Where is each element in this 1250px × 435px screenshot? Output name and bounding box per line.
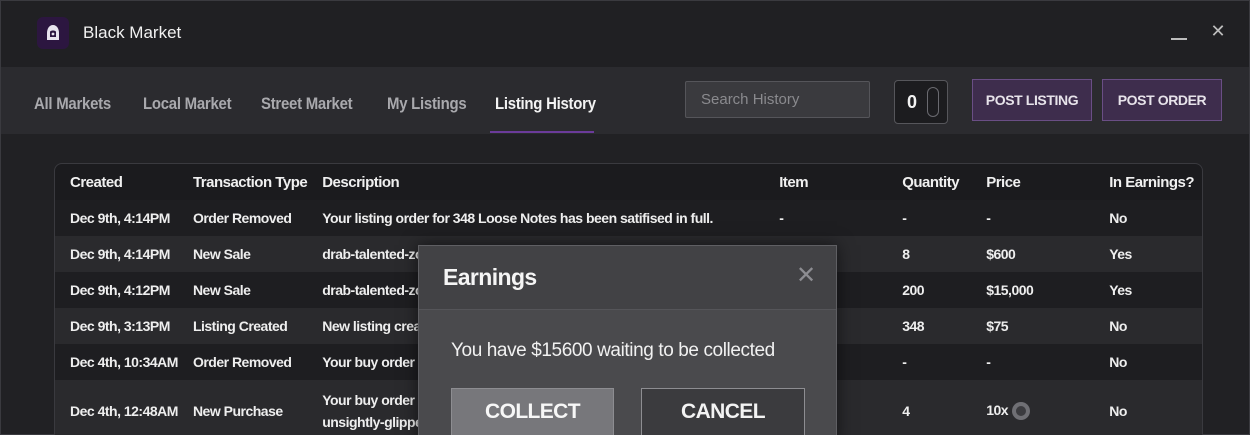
- cell-type: New Sale: [177, 236, 308, 272]
- cell-type: New Sale: [177, 272, 308, 308]
- tab-street-market[interactable]: Street Market: [261, 94, 353, 114]
- title-bar: Black Market ✕: [1, 1, 1249, 67]
- cell-quantity: 348: [887, 308, 972, 344]
- app-title: Black Market: [83, 23, 182, 42]
- cell-earnings: No: [1094, 380, 1202, 435]
- cell-earnings: No: [1094, 344, 1202, 380]
- table-row[interactable]: Dec 9th, 4:14PM Order Removed Your listi…: [55, 200, 1202, 236]
- tab-local-market[interactable]: Local Market: [143, 94, 232, 114]
- active-tab-indicator: [490, 131, 594, 133]
- cell-item: -: [764, 200, 888, 236]
- post-listing-button[interactable]: POST LISTING: [972, 79, 1092, 121]
- cell-created: Dec 4th, 10:34AM: [55, 344, 178, 380]
- column-header-price[interactable]: Price: [971, 164, 1094, 200]
- post-order-button[interactable]: POST ORDER: [1102, 79, 1222, 121]
- app-window: Black Market ✕ All Markets Local Market …: [0, 0, 1250, 435]
- cell-price: 10x: [971, 380, 1095, 435]
- counter-knob: [927, 87, 939, 117]
- cell-type: New Purchase: [177, 380, 308, 435]
- cell-type: Listing Created: [177, 308, 308, 344]
- cell-type: Order Removed: [177, 200, 308, 236]
- column-header-created[interactable]: Created: [55, 164, 178, 200]
- modal-title: Earnings: [443, 264, 537, 290]
- counter-toggle[interactable]: 0: [894, 80, 948, 124]
- cell-description: Your listing order for 348 Loose Notes h…: [307, 200, 765, 236]
- cancel-button[interactable]: CANCEL: [641, 388, 805, 435]
- coin-icon: [1012, 402, 1031, 421]
- market-nav: All Markets Local Market Street Market M…: [1, 67, 1249, 134]
- tab-listing-history[interactable]: Listing History: [495, 94, 596, 114]
- modal-header: Earnings ✕: [419, 246, 836, 310]
- counter-value: 0: [907, 92, 918, 112]
- column-header-in-earnings[interactable]: In Earnings?: [1094, 164, 1202, 200]
- cell-quantity: -: [887, 344, 972, 380]
- cell-type: Order Removed: [177, 344, 308, 380]
- cell-quantity: 4: [887, 380, 972, 435]
- column-header-description[interactable]: Description: [307, 164, 764, 200]
- collect-button[interactable]: COLLECT: [451, 388, 614, 435]
- cell-price: $15,000: [971, 272, 1095, 308]
- cell-earnings: No: [1094, 308, 1202, 344]
- column-header-quantity[interactable]: Quantity: [887, 164, 971, 200]
- cell-quantity: 8: [887, 236, 972, 272]
- column-header-item[interactable]: Item: [764, 164, 887, 200]
- cell-price: -: [971, 344, 1095, 380]
- cell-created: Dec 4th, 12:48AM: [55, 380, 178, 435]
- cell-created: Dec 9th, 4:14PM: [55, 200, 178, 236]
- earnings-modal: Earnings ✕ You have $15600 waiting to be…: [418, 245, 837, 435]
- column-header-transaction-type[interactable]: Transaction Type: [178, 164, 308, 200]
- cell-price: $75: [971, 308, 1095, 344]
- cell-price: $600: [971, 236, 1095, 272]
- cell-price: -: [971, 200, 1095, 236]
- earnings-message: You have $15600 waiting to be collected: [451, 340, 775, 361]
- tab-my-listings[interactable]: My Listings: [387, 94, 467, 114]
- cell-created: Dec 9th, 4:12PM: [55, 272, 178, 308]
- close-icon[interactable]: ✕: [796, 264, 816, 288]
- close-icon[interactable]: ✕: [1208, 21, 1228, 41]
- cell-quantity: -: [887, 200, 972, 236]
- cell-earnings: Yes: [1094, 236, 1202, 272]
- tab-all-markets[interactable]: All Markets: [34, 94, 111, 114]
- cell-earnings: Yes: [1094, 272, 1202, 308]
- cell-created: Dec 9th, 3:13PM: [55, 308, 178, 344]
- cell-earnings: No: [1094, 200, 1202, 236]
- ghost-hood-icon: [37, 17, 69, 49]
- search-history-input[interactable]: [685, 81, 870, 118]
- cell-created: Dec 9th, 4:14PM: [55, 236, 178, 272]
- minimize-icon[interactable]: [1169, 21, 1189, 41]
- cell-quantity: 200: [887, 272, 972, 308]
- price-value: 10x: [986, 401, 1009, 418]
